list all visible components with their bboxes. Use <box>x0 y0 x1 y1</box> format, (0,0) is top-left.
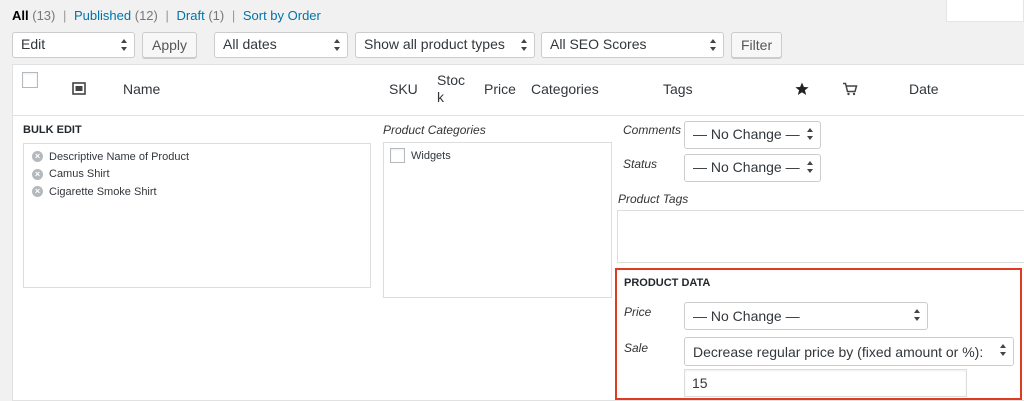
column-name[interactable]: Name <box>123 81 160 97</box>
product-tags-input[interactable] <box>617 210 1024 263</box>
remove-circle-icon[interactable]: × <box>32 168 43 180</box>
select-arrows-icon <box>807 128 813 140</box>
published-count: (12) <box>134 8 158 23</box>
select-arrows-icon <box>710 39 716 51</box>
remove-circle-icon[interactable]: × <box>32 151 43 163</box>
column-price[interactable]: Price <box>484 81 516 97</box>
select-arrows-icon <box>121 39 127 51</box>
column-sku[interactable]: SKU <box>389 81 418 97</box>
filter-button[interactable]: Filter <box>731 32 783 58</box>
status-filter-links: All (13) | Published (12) | Draft (1) | … <box>12 8 321 23</box>
select-arrows-icon <box>334 39 340 51</box>
remove-circle-icon[interactable]: × <box>32 186 43 198</box>
product-type-select[interactable]: Show all product types <box>355 32 535 58</box>
product-tags-label: Product Tags <box>618 192 689 206</box>
status-select[interactable]: — No Change — <box>684 154 821 182</box>
table-header: Name SKU Stoc k Price Categories Tags Da… <box>12 64 1024 116</box>
list-item: × Cigarette Smoke Shirt <box>32 183 362 201</box>
bulk-edit-title: BULK EDIT <box>23 124 82 136</box>
select-arrows-icon <box>914 309 920 321</box>
column-tags: Tags <box>663 81 693 97</box>
price-change-select[interactable]: — No Change — <box>684 302 928 330</box>
all-count: (13) <box>32 8 56 23</box>
product-categories-box: Widgets <box>383 142 612 298</box>
price-label: Price <box>624 305 652 319</box>
bulk-edit-list[interactable]: × Descriptive Name of Product × Camus Sh… <box>23 143 371 288</box>
comments-select[interactable]: — No Change — <box>684 121 821 149</box>
category-checkbox[interactable] <box>390 148 405 163</box>
list-item: × Camus Shirt <box>32 166 362 184</box>
select-all-checkbox[interactable] <box>22 72 38 88</box>
date-filter-select[interactable]: All dates <box>214 32 348 58</box>
seo-score-select[interactable]: All SEO Scores <box>541 32 724 58</box>
select-arrows-icon <box>807 161 813 173</box>
sale-change-select[interactable]: Decrease regular price by (fixed amount … <box>684 337 1014 366</box>
product-data-title: PRODUCT DATA <box>624 277 711 289</box>
product-categories-label: Product Categories <box>383 123 486 137</box>
filter-published-link[interactable]: Published <box>74 8 131 23</box>
star-icon[interactable] <box>795 82 809 96</box>
status-label: Status <box>623 157 658 171</box>
draft-count: (1) <box>208 8 225 23</box>
cart-icon[interactable] <box>842 82 858 96</box>
apply-button[interactable]: Apply <box>142 32 198 58</box>
filter-draft-link[interactable]: Draft <box>177 8 205 23</box>
column-categories: Categories <box>531 81 599 97</box>
sale-amount-input[interactable]: 15 <box>684 369 967 397</box>
search-input[interactable] <box>946 0 1024 22</box>
select-arrows-icon <box>521 39 527 51</box>
sort-by-order-link[interactable]: Sort by Order <box>243 8 321 23</box>
filter-all-link[interactable]: All <box>12 8 29 23</box>
select-arrows-icon <box>1000 344 1006 356</box>
category-item-widgets[interactable]: Widgets <box>390 148 605 163</box>
sale-label: Sale <box>624 341 649 355</box>
column-stock: Stoc k <box>437 72 466 105</box>
column-date[interactable]: Date <box>909 81 939 97</box>
comments-label: Comments <box>623 123 682 137</box>
bulk-action-select[interactable]: Edit <box>12 32 135 58</box>
image-icon <box>72 82 86 95</box>
list-item: × Descriptive Name of Product <box>32 148 362 166</box>
